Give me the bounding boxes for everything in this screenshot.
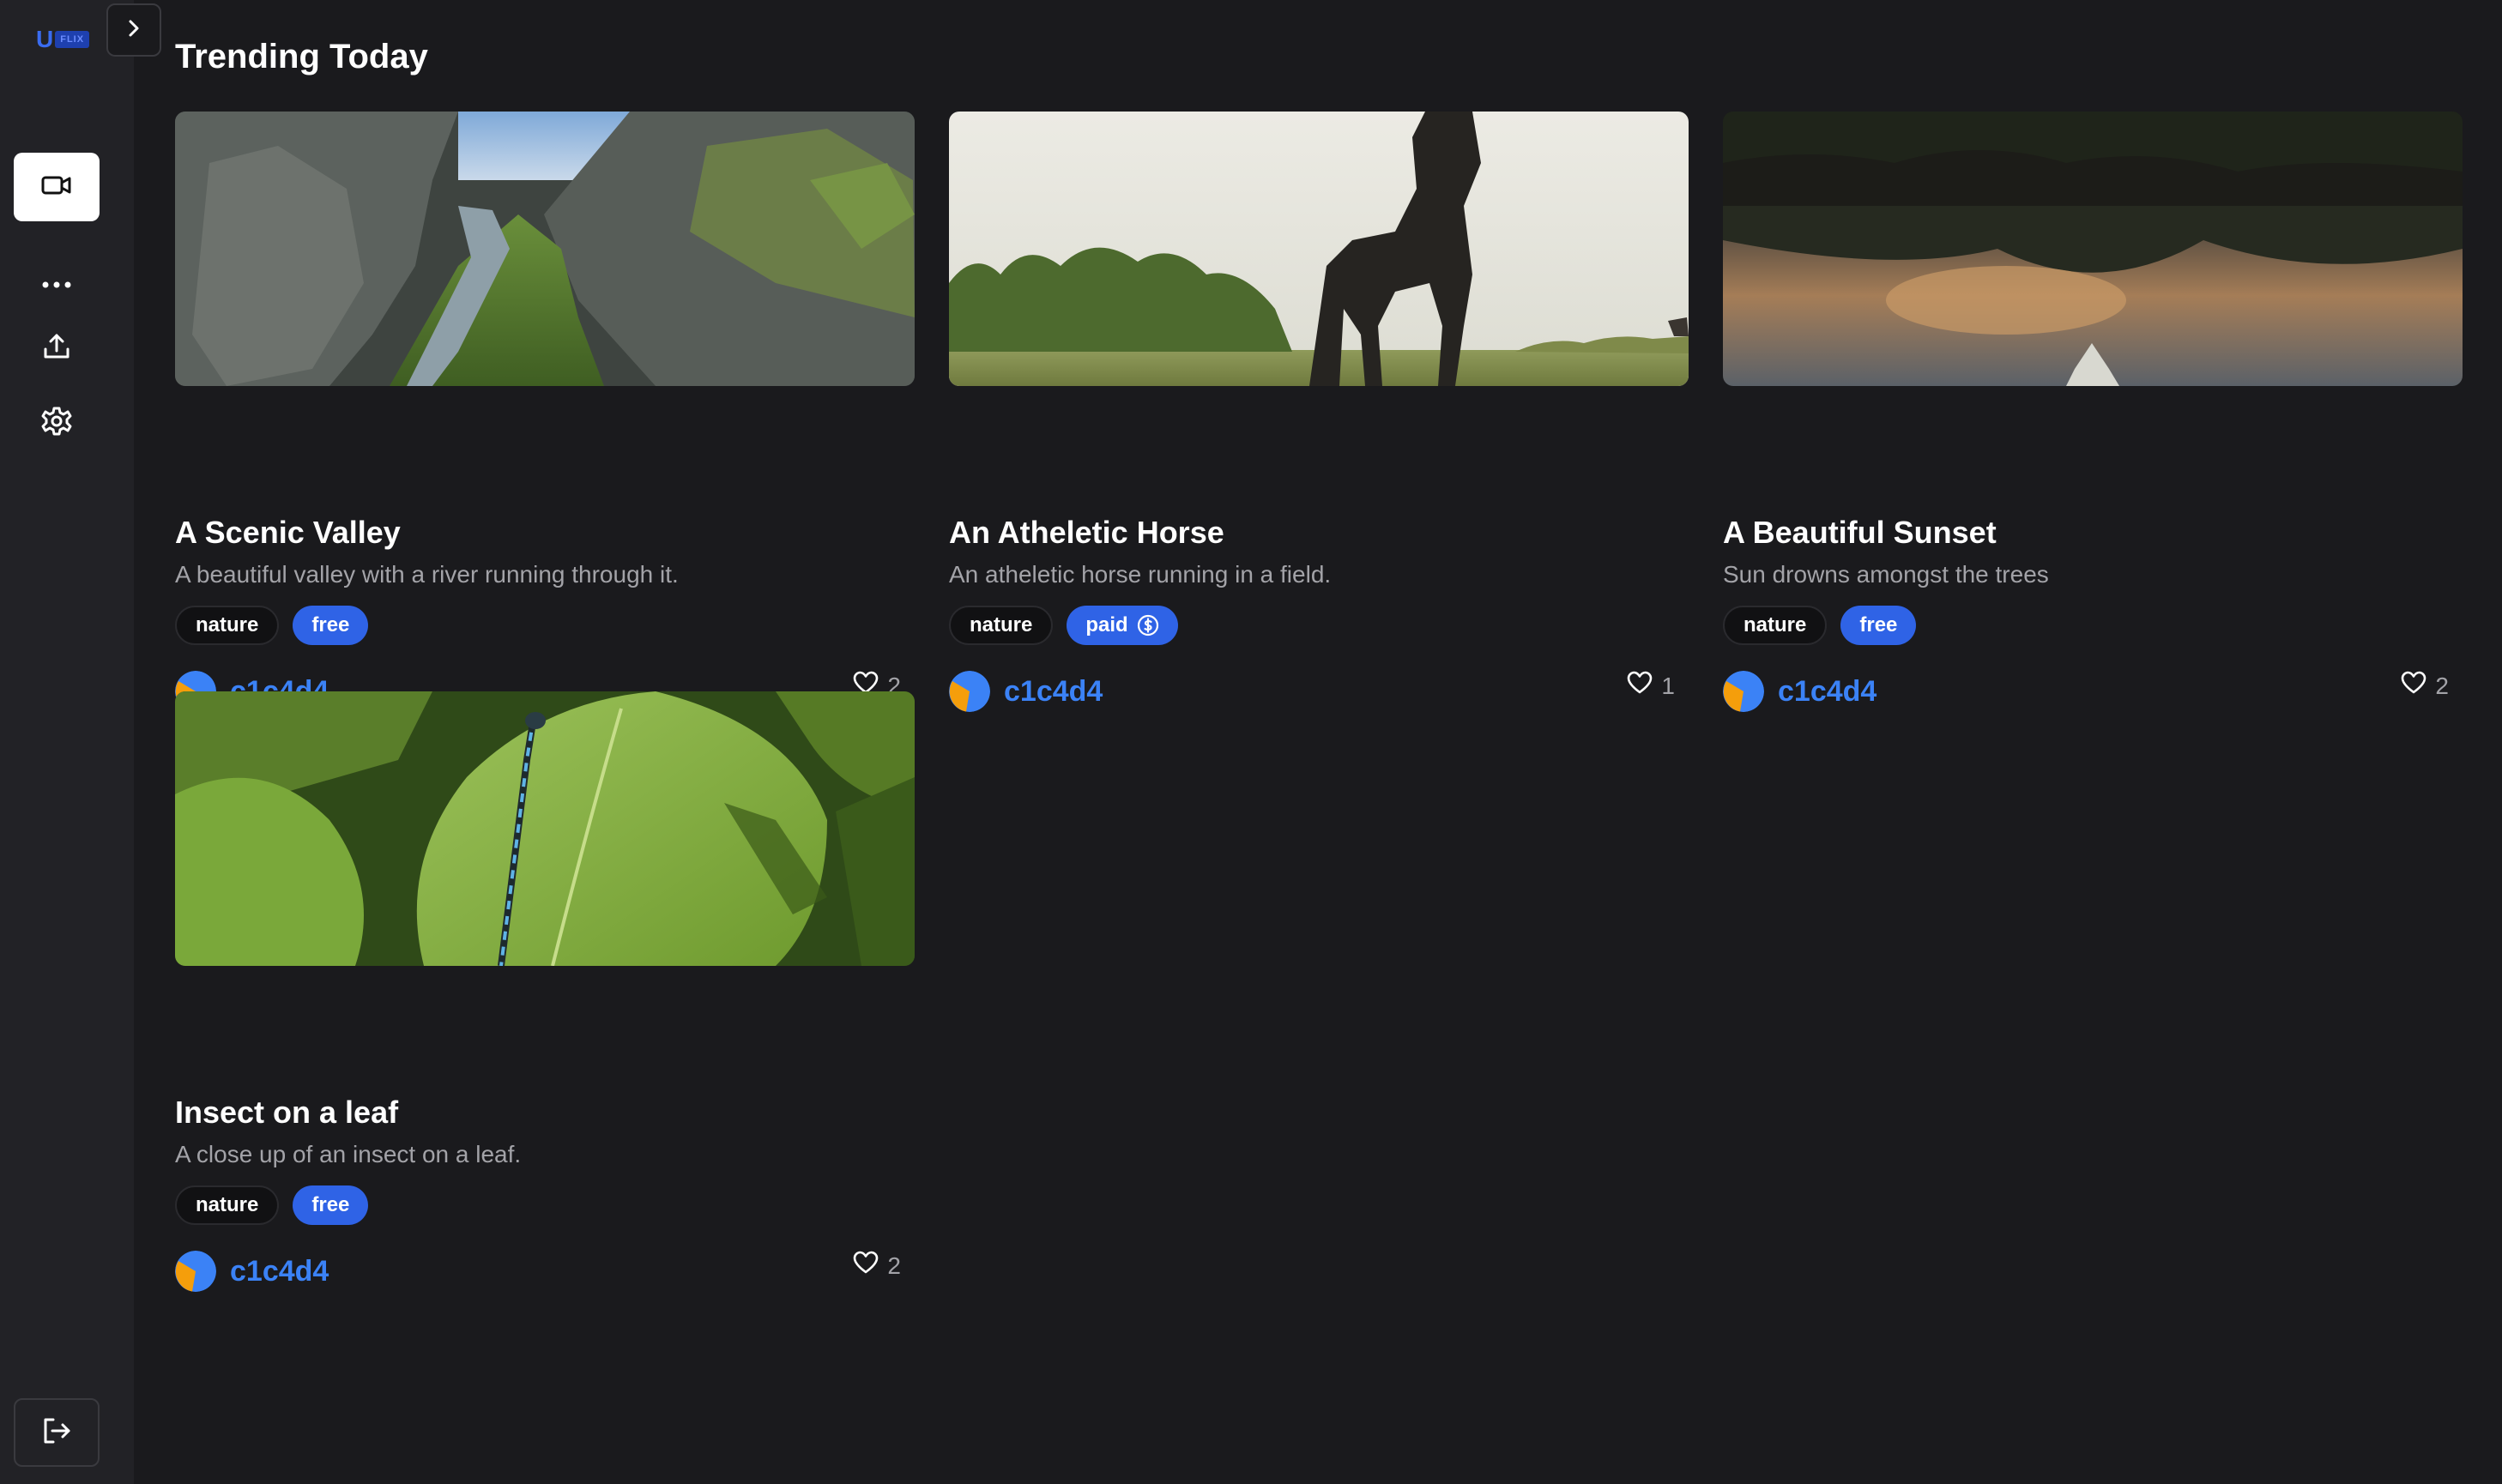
author-name[interactable]: c1c4d4	[1778, 675, 1876, 709]
heart-icon	[2401, 671, 2426, 701]
video-thumbnail-dragonfly[interactable]	[175, 691, 915, 966]
like-button[interactable]: 1	[1627, 671, 1675, 701]
video-title[interactable]: A Scenic Valley	[175, 515, 401, 551]
chevron-right-icon	[127, 18, 141, 43]
logo-text: FLIX	[55, 31, 90, 48]
video-description: A beautiful valley with a river running …	[175, 561, 679, 588]
video-description: A close up of an insect on a leaf.	[175, 1141, 522, 1167]
avatar	[949, 671, 990, 712]
tag-nature[interactable]: nature	[175, 606, 280, 645]
avatar	[175, 1251, 216, 1292]
avatar	[1723, 671, 1764, 712]
logout-button[interactable]	[14, 1398, 100, 1467]
logo-letter: U	[36, 26, 54, 52]
author[interactable]: c1c4d4	[949, 671, 1103, 712]
author[interactable]: c1c4d4	[1723, 671, 1876, 712]
upload-icon	[42, 332, 71, 365]
video-thumbnail-canyon[interactable]	[175, 112, 915, 386]
video-thumbnail-horse[interactable]	[949, 112, 1689, 386]
gear-icon	[41, 406, 72, 441]
sidebar-toggle-button[interactable]	[106, 3, 161, 57]
video-thumbnail-sunset[interactable]	[1723, 112, 2463, 386]
author-name[interactable]: c1c4d4	[230, 1255, 329, 1288]
tag-nature[interactable]: nature	[1723, 606, 1828, 645]
tag-paid[interactable]: paid	[1067, 606, 1178, 645]
tag-free[interactable]: free	[293, 606, 369, 645]
tag-free[interactable]: free	[1840, 606, 1917, 645]
video-description: An atheletic horse running in a field.	[949, 561, 1332, 588]
video-card[interactable]: An Atheletic Horse An atheletic horse ru…	[949, 112, 1689, 712]
video-title[interactable]: An Atheletic Horse	[949, 515, 1224, 551]
video-card[interactable]: A Beautiful Sunset Sun drowns amongst th…	[1723, 112, 2463, 712]
sidebar: U FLIX	[0, 0, 134, 1484]
more-dots-icon	[41, 278, 72, 293]
tag-paid-label: paid	[1085, 613, 1128, 636]
sidebar-item-upload[interactable]	[33, 324, 81, 372]
video-title[interactable]: Insect on a leaf	[175, 1095, 398, 1131]
tag-list: nature free	[175, 606, 369, 645]
author[interactable]: c1c4d4	[175, 1251, 329, 1292]
page-title: Trending Today	[175, 38, 428, 75]
dollar-coin-icon	[1137, 614, 1159, 636]
like-count: 2	[887, 1252, 901, 1279]
like-button[interactable]: 2	[2401, 671, 2449, 701]
app-logo[interactable]: U FLIX	[36, 27, 94, 51]
video-description: Sun drowns amongst the trees	[1723, 561, 2049, 588]
sidebar-item-more[interactable]	[33, 262, 81, 310]
tag-nature[interactable]: nature	[175, 1185, 280, 1225]
logout-icon	[42, 1417, 71, 1449]
like-count: 2	[2435, 672, 2449, 699]
like-button[interactable]: 2	[853, 1251, 901, 1281]
sidebar-item-settings[interactable]	[33, 399, 81, 447]
author-name[interactable]: c1c4d4	[1004, 675, 1103, 709]
tag-list: nature free	[175, 1185, 369, 1225]
video-camera-icon	[41, 173, 72, 202]
video-card[interactable]: Insect on a leaf A close up of an insect…	[175, 691, 915, 1292]
like-count: 1	[1661, 672, 1675, 699]
video-title[interactable]: A Beautiful Sunset	[1723, 515, 1997, 551]
heart-icon	[1627, 671, 1653, 701]
tag-free[interactable]: free	[293, 1185, 369, 1225]
tag-nature[interactable]: nature	[949, 606, 1054, 645]
heart-icon	[853, 1251, 879, 1281]
tag-list: nature paid	[949, 606, 1178, 645]
tag-list: nature free	[1723, 606, 1917, 645]
video-card[interactable]: A Scenic Valley A beautiful valley with …	[175, 112, 915, 712]
sidebar-item-videos[interactable]	[14, 153, 100, 221]
